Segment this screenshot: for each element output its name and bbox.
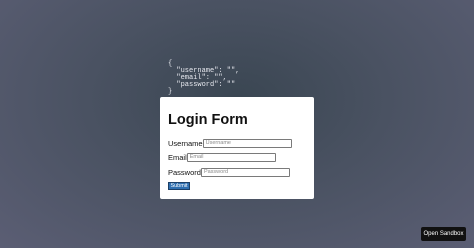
username-label: Username (168, 138, 203, 148)
login-form-card: Login Form Username Email Password Submi… (160, 97, 314, 199)
form-state-json: { "username": "", "email": "", "password… (168, 60, 240, 96)
username-row: Username (168, 138, 292, 148)
email-label: Email (168, 152, 187, 162)
username-input[interactable] (202, 138, 292, 148)
form-title: Login Form (168, 112, 248, 128)
password-row: Password (168, 167, 290, 177)
email-input[interactable] (186, 152, 276, 162)
submit-button[interactable]: Submit (168, 182, 190, 190)
password-label: Password (168, 167, 201, 177)
email-row: Email (168, 152, 276, 162)
password-input[interactable] (200, 167, 290, 177)
open-sandbox-button[interactable]: Open Sandbox (421, 227, 466, 241)
